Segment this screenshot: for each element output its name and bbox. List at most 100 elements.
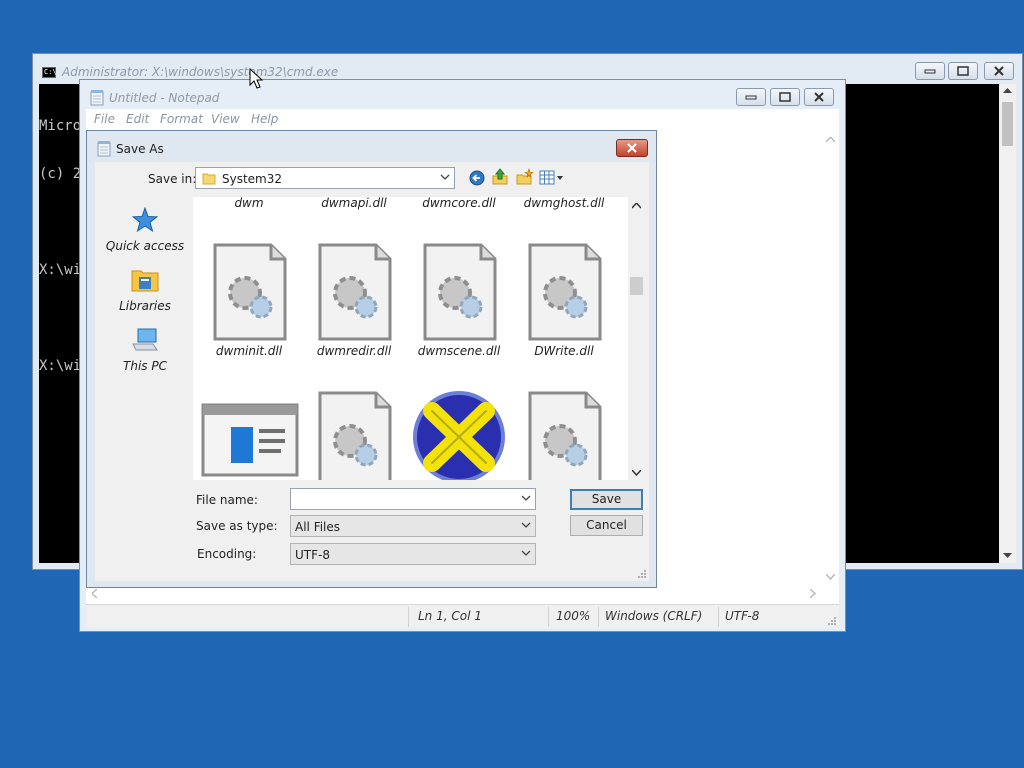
menu-view[interactable]: View [211,112,240,126]
library-folder-icon [131,270,159,292]
view-menu-button[interactable] [539,170,564,186]
status-line-ending: Windows (CRLF) [605,609,703,623]
dll-file-icon[interactable] [528,243,602,341]
dll-file-icon[interactable] [318,243,392,341]
menu-edit[interactable]: Edit [126,112,149,126]
dxdiag-x-icon[interactable] [410,391,508,480]
file-item-label[interactable]: dwmredir.dll [302,344,406,358]
cmd-maximize-button[interactable] [948,62,978,80]
save-in-label: Save in: [148,172,197,186]
chevron-down-icon[interactable] [521,495,531,502]
chevron-down-icon [521,522,531,528]
dll-file-icon[interactable] [423,243,497,341]
scroll-up-icon[interactable] [826,137,835,143]
save-as-title: Save As [116,142,164,156]
file-list[interactable]: dwm dwmapi.dll dwmcore.dll dwmghost.dll [193,197,628,480]
notepad-minimize-button[interactable] [736,88,766,106]
scroll-down-icon[interactable] [632,470,641,476]
save-as-type-value: All Files [295,520,341,534]
close-icon [814,92,824,102]
computer-icon [132,328,158,351]
status-encoding: UTF-8 [725,609,760,623]
cmd-scroll-thumb[interactable] [1002,102,1013,146]
file-item-label[interactable]: dwmapi.dll [302,197,406,210]
notepad-titlebar[interactable]: Untitled - Notepad [80,80,845,110]
cmd-close-button[interactable] [984,62,1014,80]
back-icon[interactable] [469,170,485,186]
mouse-cursor-icon [249,68,263,89]
file-item-label[interactable]: dwmcore.dll [407,197,511,210]
place-libraries[interactable]: Libraries [95,267,195,313]
place-label: This PC [123,359,167,373]
notepad-title: Untitled - Notepad [109,91,220,105]
file-item-label[interactable]: dwmscene.dll [407,344,511,358]
resize-grip-icon[interactable] [637,569,647,579]
scroll-down-icon[interactable] [826,574,835,580]
chevron-down-icon [521,550,531,556]
cmd-title: Administrator: X:\windows\system32\cmd.e… [62,65,339,79]
minimize-icon [745,95,757,100]
file-name-label: File name: [196,493,258,507]
file-list-scroll-thumb[interactable] [630,277,643,295]
status-position: Ln 1, Col 1 [418,609,482,623]
scroll-up-icon[interactable] [632,203,641,209]
view-grid-icon [539,170,563,185]
cmd-minimize-button[interactable] [915,62,945,80]
save-as-type-label: Save as type: [196,519,278,533]
scroll-up-icon[interactable] [1003,88,1012,94]
file-name-input[interactable] [290,488,536,510]
status-separator [718,607,719,627]
file-item-label[interactable]: dwm [197,197,301,210]
encoding-value: UTF-8 [295,548,330,562]
save-as-titlebar[interactable]: Save As [87,131,656,161]
save-as-dialog[interactable]: Save As Save in: System32 Quick access L… [86,130,657,588]
notepad-maximize-button[interactable] [770,88,800,106]
scroll-left-icon[interactable] [92,589,98,598]
notepad-status-bar: Ln 1, Col 1 100% Windows (CRLF) UTF-8 [86,604,839,628]
resize-grip-icon[interactable] [827,616,837,626]
cmd-scrollbar[interactable] [999,84,1016,563]
close-icon [994,66,1004,76]
maximize-icon [779,92,791,102]
save-as-type-dropdown[interactable]: All Files [290,515,536,537]
file-item-label[interactable]: dwmghost.dll [512,197,616,210]
scroll-right-icon[interactable] [810,589,816,598]
menu-file[interactable]: File [94,112,115,126]
file-list-scrollbar[interactable] [628,197,645,480]
folder-icon [202,173,216,185]
file-item-label[interactable]: dwminit.dll [197,344,301,358]
dll-file-icon[interactable] [318,391,392,480]
save-as-close-button[interactable] [616,139,648,157]
place-this-pc[interactable]: This PC [95,327,195,373]
places-bar: Quick access Libraries This PC [95,192,195,477]
notepad-close-button[interactable] [804,88,834,106]
save-as-client: Save in: System32 Quick access Libraries… [95,162,649,581]
file-item-label[interactable]: DWrite.dll [512,344,616,358]
status-separator [548,607,549,627]
status-separator [408,607,409,627]
notepad-menubar: File Edit Format View Help [86,109,839,131]
menu-help[interactable]: Help [251,112,278,126]
status-separator [598,607,599,627]
close-icon [627,143,637,153]
editor-vertical-scrollbar[interactable] [822,131,839,584]
menu-format[interactable]: Format [160,112,203,126]
up-folder-icon[interactable] [492,168,508,186]
minimize-icon [924,69,936,74]
new-folder-icon[interactable] [516,168,534,186]
chevron-down-icon [440,174,450,180]
encoding-dropdown[interactable]: UTF-8 [290,543,536,565]
cancel-button[interactable]: Cancel [570,515,643,536]
cmd-app-icon: C:\ [42,67,57,78]
dll-file-icon[interactable] [528,391,602,480]
save-in-value: System32 [222,172,283,186]
save-button[interactable]: Save [570,489,643,510]
encoding-label: Encoding: [197,547,257,561]
maximize-icon [957,66,969,76]
scroll-down-icon[interactable] [1003,553,1012,559]
dll-file-icon[interactable] [213,243,287,341]
save-in-dropdown[interactable]: System32 [195,167,455,189]
place-quick-access[interactable]: Quick access [95,206,195,253]
application-window-icon[interactable] [201,403,299,477]
notepad-app-icon [97,141,111,157]
